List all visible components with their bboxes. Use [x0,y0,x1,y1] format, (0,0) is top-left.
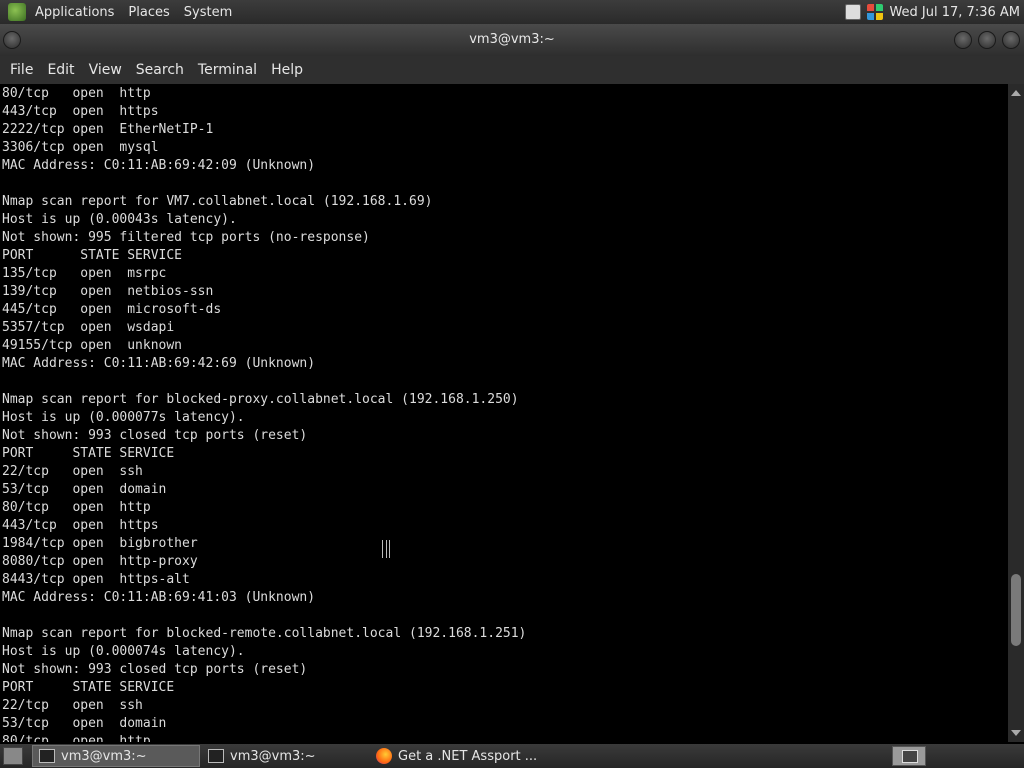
taskbar-item-label: vm3@vm3:~ [61,748,147,764]
menu-help[interactable]: Help [264,62,310,78]
terminal-line: Host is up (0.00043s latency). [2,212,237,227]
terminal-line: 22/tcp open ssh [2,698,143,713]
places-menu[interactable]: Places [121,5,176,20]
terminal-line: 8443/tcp open https-alt [2,572,190,587]
terminal-line: 22/tcp open ssh [2,464,143,479]
applications-menu[interactable]: Applications [28,5,121,20]
terminal-line: 2222/tcp open EtherNetIP-1 [2,122,214,137]
bottom-panel: vm3@vm3:~ vm3@vm3:~ Get a .NET Assport .… [0,744,1024,768]
menu-view[interactable]: View [82,62,129,78]
terminal-line: 1984/tcp open bigbrother [2,536,198,551]
terminal-menubar: File Edit View Search Terminal Help [0,56,1024,84]
maximize-button[interactable] [978,31,996,49]
close-button[interactable] [1002,31,1020,49]
terminal-line: 135/tcp open msrpc [2,266,167,281]
terminal-line: Host is up (0.000077s latency). [2,410,245,425]
terminal-icon [39,749,55,763]
terminal-line: PORT STATE SERVICE [2,446,175,461]
firefox-icon [376,748,392,764]
terminal-line: Not shown: 993 closed tcp ports (reset) [2,428,308,443]
terminal-line: 80/tcp open http [2,734,151,742]
terminal-line: MAC Address: C0:11:AB:69:41:03 (Unknown) [2,590,316,605]
clock[interactable]: Wed Jul 17, 7:36 AM [889,5,1020,20]
terminal-line: 80/tcp open http [2,86,151,101]
terminal-line: PORT STATE SERVICE [2,680,175,695]
terminal-line: Nmap scan report for blocked-remote.coll… [2,626,527,641]
screen-icon[interactable] [845,4,862,20]
terminal-line: 139/tcp open netbios-ssn [2,284,214,299]
terminal-line: 49155/tcp open unknown [2,338,183,353]
text-cursor-icon [382,540,390,558]
window-title: vm3@vm3:~ [469,32,555,47]
terminal-scrollbar[interactable] [1008,84,1024,742]
terminal-line: MAC Address: C0:11:AB:69:42:69 (Unknown) [2,356,316,371]
taskbar-item-label: vm3@vm3:~ [230,748,316,764]
terminal-icon [208,749,224,763]
taskbar-item-terminal-1[interactable]: vm3@vm3:~ [32,745,200,767]
taskbar-item-firefox[interactable]: Get a .NET Assport ... [370,745,540,767]
scroll-up-icon[interactable] [1011,90,1021,96]
menu-search[interactable]: Search [129,62,191,78]
windows-icon[interactable] [867,4,884,20]
terminal-line: 5357/tcp open wsdapi [2,320,175,335]
show-desktop-button[interactable] [3,747,23,765]
taskbar-item-label: Get a .NET Assport ... [398,748,538,764]
window-titlebar[interactable]: vm3@vm3:~ [0,24,1024,56]
top-panel: Applications Places System Wed Jul 17, 7… [0,0,1024,24]
scrollbar-thumb[interactable] [1011,574,1021,646]
terminal-line: 3306/tcp open mysql [2,140,159,155]
terminal-output[interactable]: 80/tcp open http 443/tcp open https 2222/t… [0,84,1008,742]
distro-logo-icon[interactable] [8,3,26,21]
terminal-line: 443/tcp open https [2,518,159,533]
menu-terminal[interactable]: Terminal [191,62,264,78]
terminal-line: PORT STATE SERVICE [2,248,183,263]
terminal-line: 445/tcp open microsoft-ds [2,302,222,317]
terminal-line: Nmap scan report for VM7.collabnet.local… [2,194,433,209]
terminal-line: Nmap scan report for blocked-proxy.colla… [2,392,519,407]
panel-menus: Applications Places System [28,0,239,24]
menu-file[interactable]: File [3,62,40,78]
system-menu[interactable]: System [177,5,239,20]
scroll-down-icon[interactable] [1011,730,1021,736]
terminal-line: 8080/tcp open http-proxy [2,554,198,569]
panel-tray: Wed Jul 17, 7:36 AM [845,0,1020,24]
terminal-line: Not shown: 993 closed tcp ports (reset) [2,662,308,677]
terminal-line: 80/tcp open http [2,500,151,515]
terminal-line: Not shown: 995 filtered tcp ports (no-re… [2,230,370,245]
minimize-button[interactable] [954,31,972,49]
terminal-line: 53/tcp open domain [2,482,167,497]
terminal-line: Host is up (0.000074s latency). [2,644,245,659]
workspace-switcher[interactable] [892,746,926,766]
terminal-line: MAC Address: C0:11:AB:69:42:09 (Unknown) [2,158,316,173]
terminal-line: 53/tcp open domain [2,716,167,731]
terminal-lines: 80/tcp open http 443/tcp open https 2222/t… [2,85,526,742]
terminal-line: 443/tcp open https [2,104,159,119]
taskbar-item-terminal-2[interactable]: vm3@vm3:~ [202,745,362,767]
menu-edit[interactable]: Edit [40,62,81,78]
